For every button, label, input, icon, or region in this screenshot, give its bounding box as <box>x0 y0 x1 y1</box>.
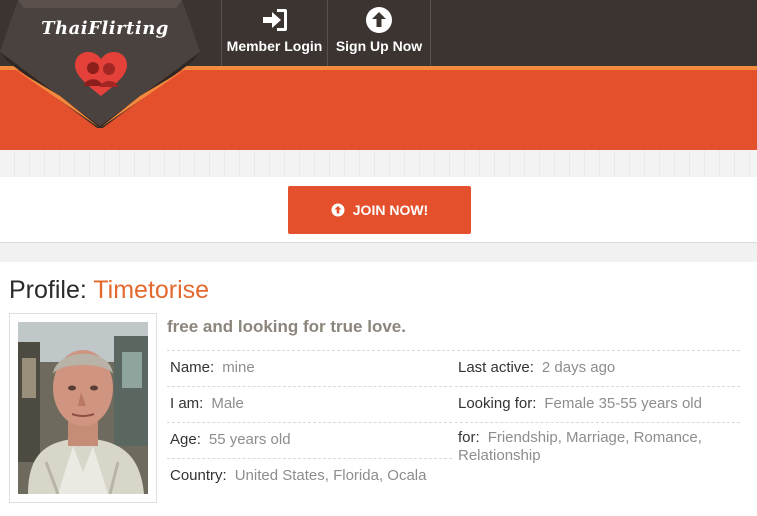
field-age: Age: 55 years old <box>170 431 452 449</box>
field-name-label: Name: <box>170 359 215 376</box>
profile-card: Profile: Timetorise free and looking for… <box>0 262 757 516</box>
profile-username: Timetorise <box>93 276 210 304</box>
field-country: Country: United States, Florida, Ocala <box>170 467 452 485</box>
field-for-value: Friendship, Marriage, Romance, Relations… <box>458 429 702 464</box>
field-looking-for-value: Female 35-55 years old <box>544 395 702 412</box>
field-age-label: Age: <box>170 431 201 448</box>
row-divider <box>167 386 452 387</box>
join-now-button[interactable]: JOIN NOW! <box>288 186 471 234</box>
member-login-label: Member Login <box>226 38 323 54</box>
row-divider <box>455 422 740 423</box>
field-name: Name: mine <box>170 359 452 377</box>
field-looking-for: Looking for: Female 35-55 years old <box>458 395 740 413</box>
profile-photo-frame[interactable] <box>9 313 157 503</box>
pattern-divider <box>0 150 757 177</box>
row-divider <box>455 386 740 387</box>
field-i-am: I am: Male <box>170 395 452 413</box>
profile-heading: Profile: Timetorise <box>9 276 209 305</box>
profile-tagline: free and looking for true love. <box>167 317 406 336</box>
row-divider <box>167 422 452 423</box>
field-looking-for-label: Looking for: <box>458 395 537 412</box>
member-login-button[interactable]: Member Login <box>221 0 327 66</box>
profile-heading-prefix: Profile: <box>9 276 87 304</box>
field-name-value: mine <box>222 359 255 376</box>
join-now-label: JOIN NOW! <box>352 202 429 218</box>
field-country-label: Country: <box>170 467 227 484</box>
field-i-am-value: Male <box>211 395 244 412</box>
field-for: for: Friendship, Marriage, Romance, Relat… <box>458 429 740 465</box>
field-last-active: Last active: 2 days ago <box>458 359 740 377</box>
field-last-active-label: Last active: <box>458 359 534 376</box>
field-age-value: 55 years old <box>208 431 291 448</box>
arrow-up-circle-icon <box>366 7 392 33</box>
profile-photo <box>18 322 148 494</box>
field-for-label: for: <box>458 429 480 446</box>
sign-up-button[interactable]: Sign Up Now <box>327 0 431 66</box>
join-section: JOIN NOW! <box>0 177 757 243</box>
arrow-up-circle-icon <box>331 203 345 217</box>
field-country-value: United States, Florida, Ocala <box>234 467 427 484</box>
field-last-active-value: 2 days ago <box>541 359 616 376</box>
heart-couple-icon <box>75 52 127 96</box>
sign-in-icon <box>262 9 287 31</box>
sign-up-label: Sign Up Now <box>335 38 423 54</box>
field-i-am-label: I am: <box>170 395 204 412</box>
logo-text: ThaiFlirting <box>41 18 169 39</box>
row-divider <box>167 350 740 351</box>
row-divider <box>167 458 452 459</box>
site-logo[interactable]: ThaiFlirting <box>0 0 200 130</box>
